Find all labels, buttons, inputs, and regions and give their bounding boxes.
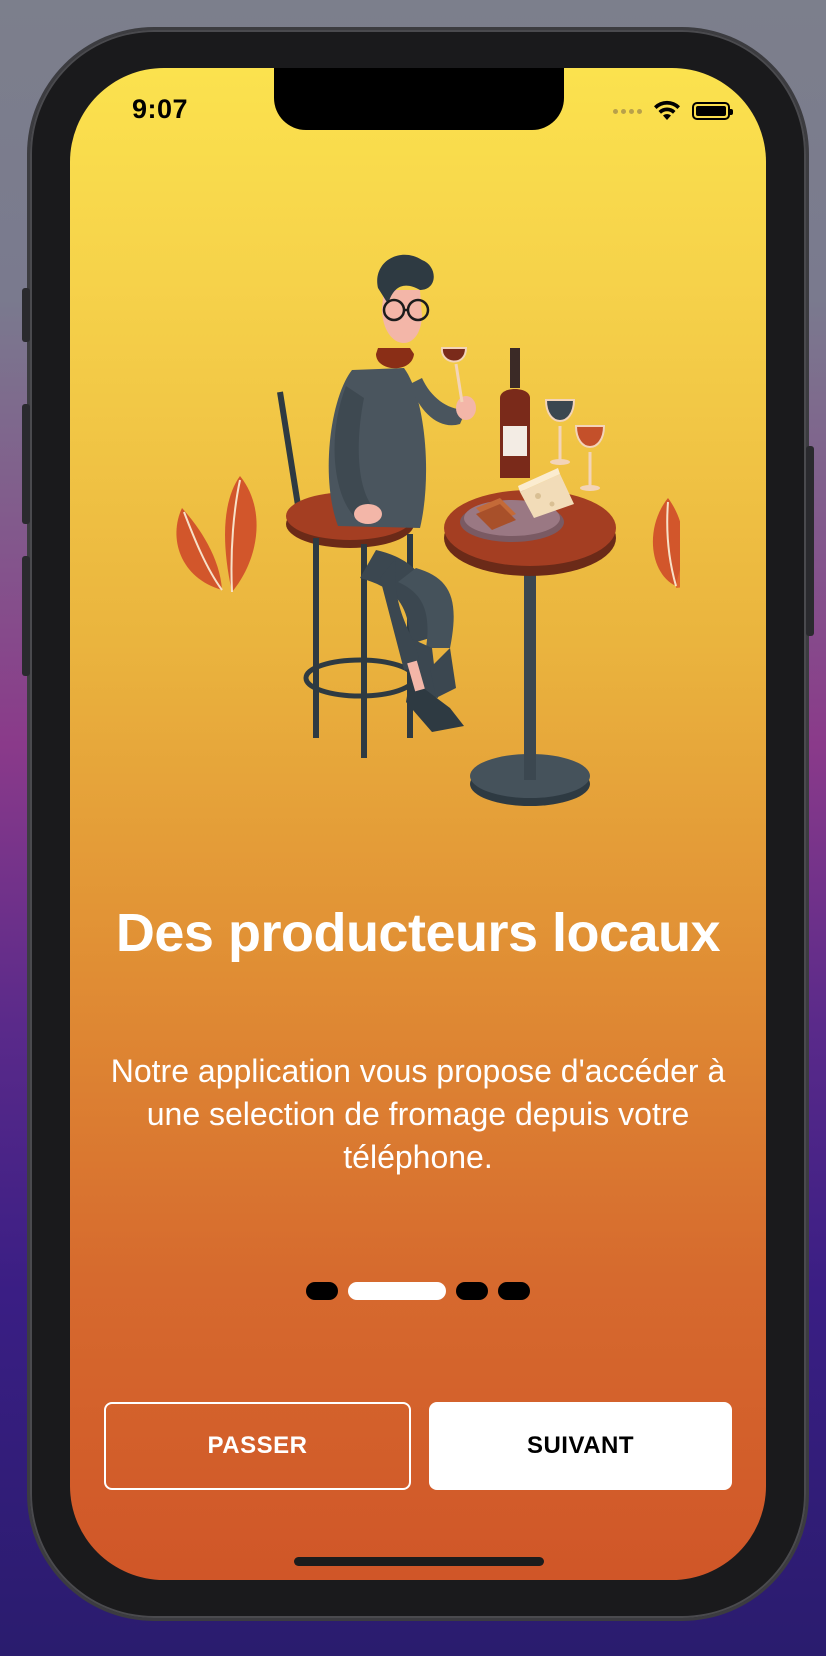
page-indicator (70, 1282, 766, 1300)
notch (274, 68, 564, 130)
status-time: 9:07 (132, 94, 189, 124)
cellular-signal-icon (613, 108, 642, 114)
onboarding-screen: 9:07 Des producteurs locaux Notre applic… (70, 68, 766, 1580)
right-plant-icon (652, 498, 680, 588)
left-plant-icon (176, 476, 257, 593)
page-dot-4[interactable] (498, 1282, 530, 1300)
page-dot-2-active[interactable] (348, 1282, 446, 1300)
wifi-icon (654, 100, 680, 120)
home-indicator[interactable] (294, 1557, 544, 1566)
wine-tasting-illustration (176, 254, 680, 806)
onboarding-description: Notre application vous propose d'accéder… (110, 1053, 726, 1175)
skip-button[interactable]: PASSER (104, 1402, 411, 1490)
volume-up-button (22, 404, 30, 524)
next-button[interactable]: SUIVANT (429, 1402, 732, 1490)
volume-down-button (22, 556, 30, 676)
status-icons (613, 98, 733, 124)
onboarding-title: Des producteurs locaux (115, 903, 721, 963)
battery-icon (692, 102, 733, 120)
page-dot-3[interactable] (456, 1282, 488, 1300)
page-dot-1[interactable] (306, 1282, 338, 1300)
mute-switch (22, 288, 30, 342)
power-button (806, 446, 814, 636)
wine-bottle-icon (500, 348, 530, 478)
onboarding-actions: PASSER SUIVANT (104, 1402, 732, 1490)
